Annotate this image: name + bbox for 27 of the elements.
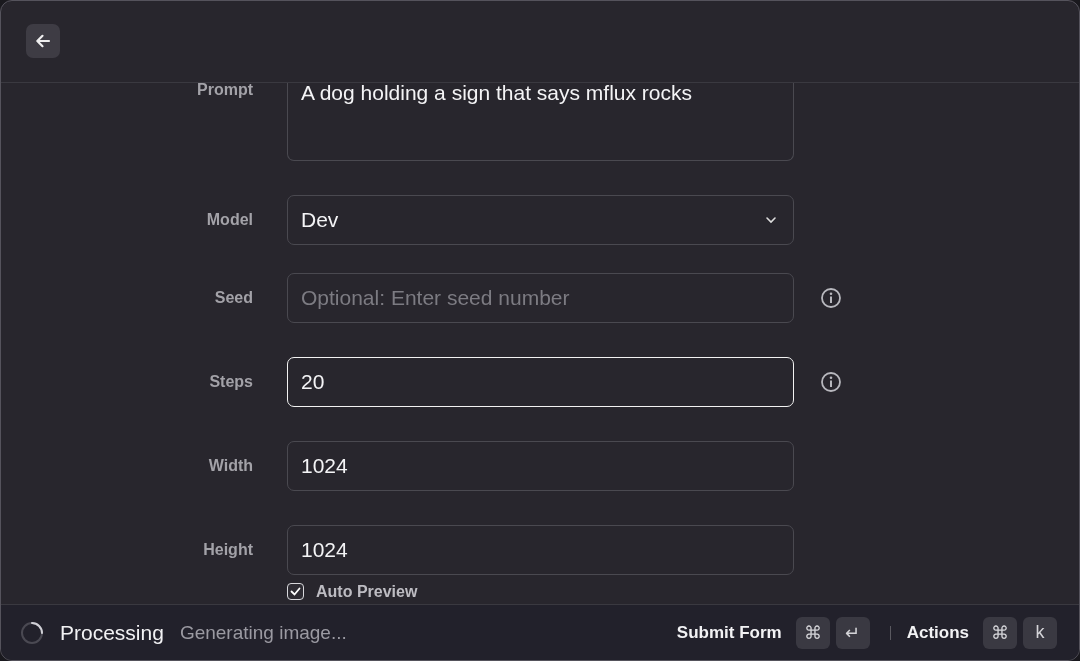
field-label: Width <box>208 456 253 475</box>
shortcut-key: k <box>1023 616 1057 649</box>
field-label: Height <box>203 540 253 559</box>
field-label: Model <box>206 210 253 229</box>
checkmark-icon <box>290 587 301 597</box>
shortcut-key: ⌘ <box>983 616 1017 649</box>
shortcut-key: ↵ <box>835 616 870 649</box>
action-label[interactable]: Submit Form <box>676 622 782 643</box>
back-button[interactable] <box>26 24 60 59</box>
chevron-down-icon <box>765 215 777 224</box>
status-subtitle: Generating image... <box>179 621 347 644</box>
model-dropdown[interactable]: Dev <box>287 194 794 245</box>
input-field[interactable]: 1024 <box>287 440 794 491</box>
field-label: Steps <box>209 372 253 391</box>
checkbox-label: Auto Preview <box>316 582 418 601</box>
field-label: Seed <box>214 288 253 307</box>
checkbox[interactable] <box>287 583 304 601</box>
shortcut-key: ⌘ <box>795 616 830 649</box>
action-label[interactable]: Actions <box>906 622 969 643</box>
info-icon[interactable] <box>820 370 842 393</box>
input-field[interactable]: 1024 <box>287 524 794 575</box>
status-title: Processing <box>60 620 164 645</box>
field-label: Prompt <box>197 82 253 99</box>
input-field[interactable]: Optional: Enter seed number <box>287 272 794 323</box>
input-field[interactable]: 20 <box>287 356 794 407</box>
prompt-field[interactable]: A dog holding a sign that says mflux rocks <box>287 82 794 161</box>
info-icon[interactable] <box>820 286 842 309</box>
